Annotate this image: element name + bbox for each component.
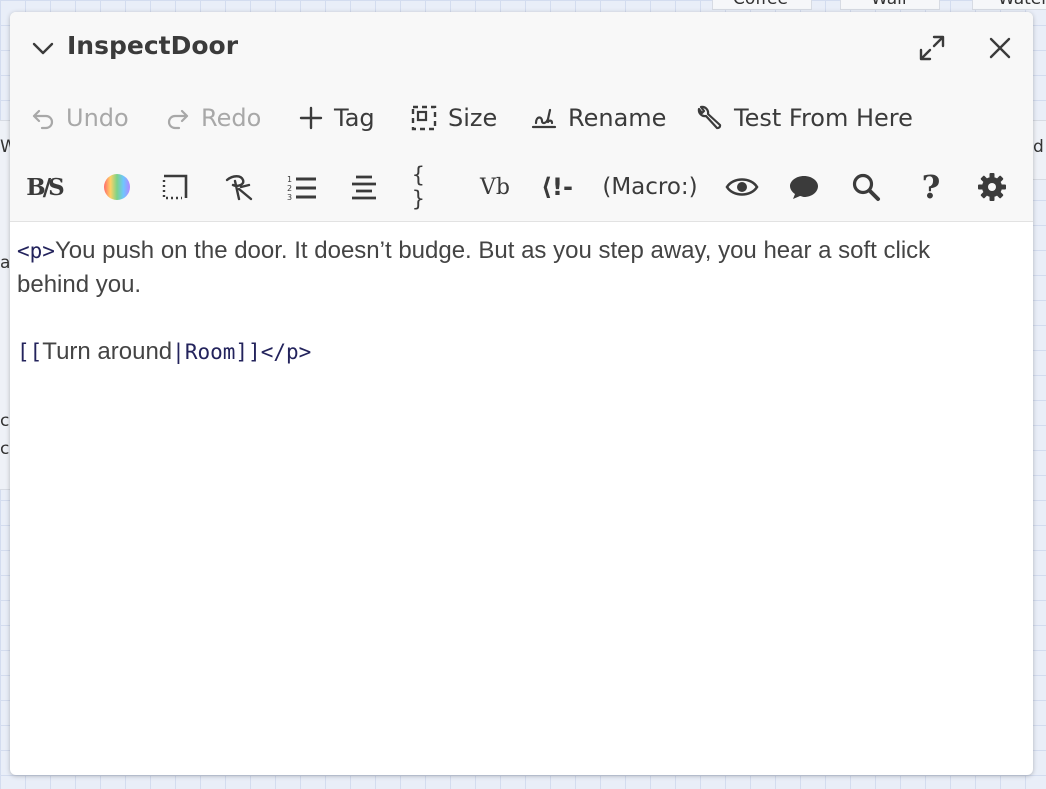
test-from-here-label: Test From Here <box>734 104 913 132</box>
bg-card-label: Water <box>998 0 1046 9</box>
size-label: Size <box>448 104 498 132</box>
passage-text: You push on the door. It doesn’t budge. … <box>54 237 931 264</box>
macro-button[interactable]: (Macro:) <box>602 168 698 206</box>
signature-icon <box>531 108 557 129</box>
tag-button[interactable]: Tag <box>298 98 375 138</box>
bg-fragment: d <box>1033 137 1044 157</box>
rename-label: Rename <box>568 104 667 132</box>
verbatim-icon: Vb <box>480 174 510 200</box>
passage-text-continued: behind you. <box>17 271 142 298</box>
passage-text-editor[interactable]: <p>You push on the door. It doesn’t budg… <box>17 234 1033 369</box>
bg-card-water[interactable]: Water <box>972 0 1046 10</box>
verbatim-button[interactable]: Vb <box>475 168 515 206</box>
plus-icon <box>299 106 323 130</box>
passage-toolbar: Undo Redo Tag Size Rename Test From Here <box>10 98 1033 138</box>
tag-label: Tag <box>334 104 375 132</box>
find-button[interactable] <box>848 168 884 206</box>
bg-fragment: a <box>0 253 11 273</box>
link-close: ]] <box>235 340 261 364</box>
bg-card-label: Wall <box>871 0 907 9</box>
align-button[interactable] <box>347 168 381 206</box>
redo-button[interactable]: Redo <box>165 98 261 138</box>
bg-card-coffee[interactable]: Coffee <box>712 0 812 10</box>
comment-button[interactable]: ⟨!- <box>537 168 577 206</box>
svg-text:3: 3 <box>287 193 292 201</box>
dashed-box-icon <box>411 105 437 131</box>
rename-button[interactable]: Rename <box>530 98 666 138</box>
wrench-icon <box>697 105 722 130</box>
link-open: [[ <box>17 340 43 364</box>
editor-line-2: behind you. <box>17 268 1033 302</box>
redo-label: Redo <box>201 104 262 132</box>
preview-button[interactable] <box>724 168 760 206</box>
undo-icon <box>32 109 54 130</box>
border-icon <box>162 174 188 200</box>
format-toolbar: B/S 1 2 3 {} Vb ⟨!- (Macro:) ? <box>10 163 1033 211</box>
html-comment-icon: ⟨!- <box>541 173 573 201</box>
settings-button[interactable] <box>974 168 1010 206</box>
editor-blank-line <box>17 302 1033 335</box>
svg-text:2: 2 <box>287 184 292 193</box>
help-icon: ? <box>921 168 941 206</box>
strikethrough-button[interactable]: B/S <box>22 168 66 206</box>
editor-line-1: <p>You push on the door. It doesn’t budg… <box>17 234 1033 268</box>
link-separator: | <box>172 340 185 364</box>
chevron-down-icon[interactable] <box>30 35 56 61</box>
bg-card-label: Coffee <box>733 0 788 9</box>
bg-fragment: c <box>0 439 10 459</box>
link-text: Turn around <box>42 338 173 365</box>
transition-button[interactable] <box>222 168 258 206</box>
svg-text:1: 1 <box>287 175 292 184</box>
dialog-title: InspectDoor <box>67 31 239 60</box>
strikethrough-icon: B/S <box>26 173 64 201</box>
link-target: Room <box>184 340 236 364</box>
speech-bubble-icon <box>790 176 818 199</box>
html-tag-open: <p> <box>17 239 55 263</box>
size-button[interactable]: Size <box>410 98 497 138</box>
rainbow-color-icon <box>104 174 130 200</box>
gear-icon <box>978 173 1006 201</box>
transition-icon <box>225 175 253 201</box>
help-button[interactable]: ? <box>914 168 948 206</box>
test-from-here-button[interactable]: Test From Here <box>694 98 913 138</box>
dialog-titlebar: InspectDoor <box>10 12 1033 84</box>
comment-bubble-button[interactable] <box>786 168 822 206</box>
color-button[interactable] <box>102 168 132 206</box>
dialog-header: InspectDoor Undo Redo Tag Size Rename Te… <box>10 12 1033 222</box>
redo-icon <box>167 109 189 130</box>
bg-card-wall[interactable]: Wall <box>840 0 940 10</box>
braces-button[interactable]: { } <box>412 163 446 211</box>
align-center-icon <box>352 175 376 200</box>
list-button[interactable]: 1 2 3 <box>284 168 320 206</box>
maximize-icon[interactable] <box>916 32 948 64</box>
undo-label: Undo <box>66 104 129 132</box>
undo-button[interactable]: Undo <box>30 98 129 138</box>
macro-label: (Macro:) <box>602 174 698 200</box>
numbered-list-icon: 1 2 3 <box>287 175 316 201</box>
editor-line-4: [[Turn around|Room]]</p> <box>17 335 1033 369</box>
html-tag-close: </p> <box>260 340 312 364</box>
close-icon[interactable] <box>985 33 1015 63</box>
bg-fragment: c <box>0 411 10 431</box>
braces-icon: { } <box>412 163 425 211</box>
passage-dialog: InspectDoor Undo Redo Tag Size Rename Te… <box>10 12 1033 775</box>
search-icon <box>852 173 880 201</box>
eye-icon <box>725 178 759 196</box>
border-button[interactable] <box>158 168 192 206</box>
